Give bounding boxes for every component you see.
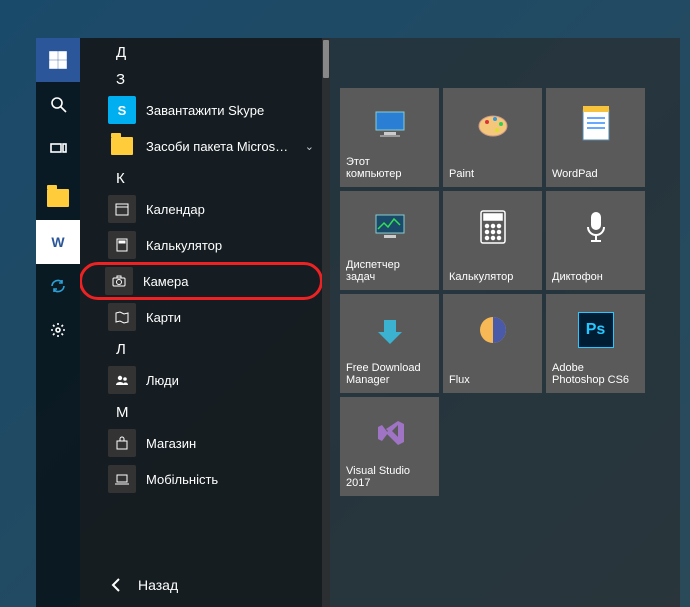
photoshop-icon: Ps <box>576 310 616 350</box>
sync-icon[interactable] <box>36 264 80 308</box>
word-icon[interactable]: W <box>36 220 80 264</box>
tile-label: Free Download Manager <box>346 362 421 387</box>
app-label: Мобільність <box>146 472 322 487</box>
tile-label: WordPad <box>552 168 598 181</box>
app-store[interactable]: Магазин <box>80 425 322 461</box>
start-menu: Д З S Завантажити Skype Засоби пакета Mi… <box>80 38 680 607</box>
apps-list: Д З S Завантажити Skype Засоби пакета Mi… <box>80 38 330 607</box>
back-label: Назад <box>138 577 178 593</box>
group-letter-к[interactable]: К <box>80 164 322 191</box>
apps-scrollbar[interactable] <box>322 38 330 607</box>
fdm-icon <box>370 310 410 350</box>
tile-paint[interactable]: Paint <box>443 88 542 187</box>
wordpad-icon <box>576 104 616 144</box>
tile-label: Этот компьютер <box>346 156 401 181</box>
pc-icon <box>370 104 410 144</box>
mic-icon <box>576 207 616 247</box>
desktop: W Д З S Завантажити Skype Засоби <box>0 0 690 607</box>
chevron-down-icon: ⌄ <box>305 140 322 153</box>
taskview-icon[interactable] <box>36 126 80 170</box>
apps-scrollbar-thumb[interactable] <box>323 40 329 78</box>
app-mobility[interactable]: Мобільність <box>80 461 322 497</box>
tile-label: Диктофон <box>552 271 603 284</box>
group-letter-л[interactable]: Л <box>80 335 322 362</box>
explorer-icon[interactable] <box>36 176 80 220</box>
app-label: Завантажити Skype <box>146 103 322 118</box>
calc-icon <box>473 207 513 247</box>
settings-icon[interactable] <box>36 308 80 352</box>
app-label: Камера <box>143 274 322 289</box>
app-people[interactable]: Люди <box>80 362 322 398</box>
tile-label: Paint <box>449 168 474 181</box>
app-camera[interactable]: Камера <box>80 263 322 299</box>
app-label: Карти <box>146 310 322 325</box>
tile-calc[interactable]: Калькулятор <box>443 191 542 290</box>
tiles-panel: Этот компьютер Paint WordPad Диспетчер з… <box>330 38 680 607</box>
group-letter-з[interactable]: З <box>80 65 322 92</box>
tile-voice-recorder[interactable]: Диктофон <box>546 191 645 290</box>
app-label: Календар <box>146 202 322 217</box>
app-maps[interactable]: Карти <box>80 299 322 335</box>
tile-label: Диспетчер задач <box>346 259 400 284</box>
tile-label: Adobe Photoshop CS6 <box>552 362 629 387</box>
taskmgr-icon <box>370 207 410 247</box>
paint-icon <box>473 104 513 144</box>
back-button[interactable]: Назад <box>80 563 322 607</box>
tile-label: Flux <box>449 374 470 387</box>
app-calculator[interactable]: Калькулятор <box>80 227 322 263</box>
tile-flux[interactable]: Flux <box>443 294 542 393</box>
tile-photoshop[interactable]: Ps Adobe Photoshop CS6 <box>546 294 645 393</box>
vs-icon <box>370 413 410 453</box>
group-letter-д[interactable]: Д <box>80 38 322 65</box>
app-label: Засоби пакета Microsoft… <box>146 139 295 154</box>
apps-scroll-area: Д З S Завантажити Skype Засоби пакета Mi… <box>80 38 322 563</box>
flux-icon <box>473 310 513 350</box>
tile-this-pc[interactable]: Этот компьютер <box>340 88 439 187</box>
tile-wordpad[interactable]: WordPad <box>546 88 645 187</box>
tile-label: Калькулятор <box>449 271 513 284</box>
app-label: Магазин <box>146 436 322 451</box>
taskbar: W <box>36 38 80 607</box>
start-button[interactable] <box>36 38 80 82</box>
app-label: Люди <box>146 373 322 388</box>
app-skype[interactable]: S Завантажити Skype <box>80 92 322 128</box>
group-letter-м[interactable]: М <box>80 398 322 425</box>
tile-visual-studio[interactable]: Visual Studio 2017 <box>340 397 439 496</box>
app-microsoft-tools[interactable]: Засоби пакета Microsoft… ⌄ <box>80 128 322 164</box>
app-label: Калькулятор <box>146 238 322 253</box>
app-calendar[interactable]: Календар <box>80 191 322 227</box>
tile-taskmgr[interactable]: Диспетчер задач <box>340 191 439 290</box>
tile-label: Visual Studio 2017 <box>346 465 410 490</box>
search-icon[interactable] <box>36 82 80 126</box>
tile-fdm[interactable]: Free Download Manager <box>340 294 439 393</box>
